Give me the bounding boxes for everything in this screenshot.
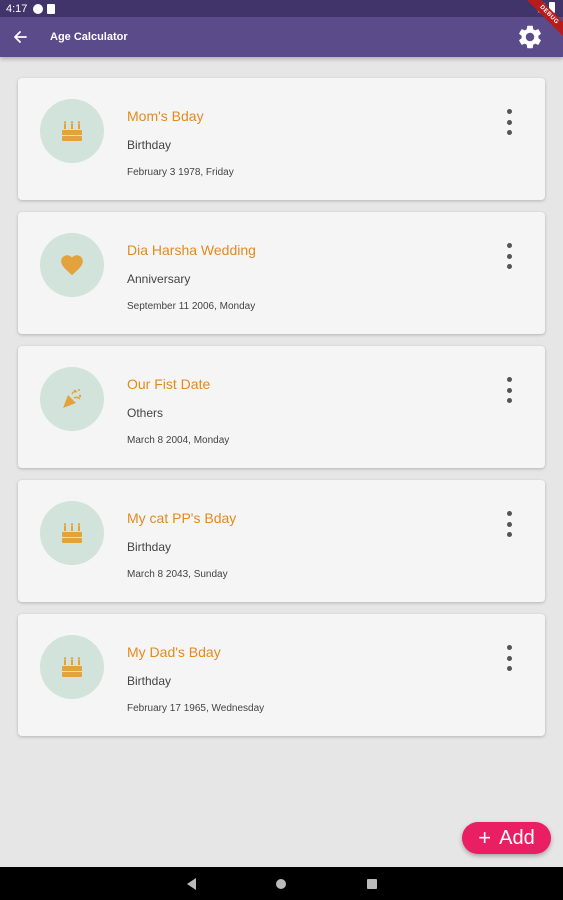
event-date: March 8 2043, Sunday bbox=[127, 569, 228, 580]
status-time: 4:17 bbox=[6, 2, 28, 15]
app-bar: Age Calculator bbox=[0, 17, 563, 57]
event-avatar bbox=[40, 367, 104, 431]
more-options-button[interactable] bbox=[505, 645, 513, 671]
arrow-left-icon bbox=[14, 31, 27, 43]
more-vert-icon bbox=[506, 645, 512, 650]
event-list: Mom's Bday Birthday February 3 1978, Fri… bbox=[18, 78, 545, 748]
event-type: Birthday bbox=[127, 138, 172, 152]
more-vert-icon bbox=[506, 511, 512, 516]
event-avatar bbox=[40, 501, 104, 565]
more-options-button[interactable] bbox=[505, 243, 513, 269]
event-card[interactable]: My cat PP's Bday Birthday March 8 2043, … bbox=[18, 480, 545, 602]
event-title: My Dad's Bday bbox=[127, 644, 221, 660]
event-avatar bbox=[40, 99, 104, 163]
nav-home-icon[interactable] bbox=[276, 879, 286, 889]
event-title: Mom's Bday bbox=[127, 108, 204, 124]
system-nav-bar bbox=[0, 867, 563, 900]
cake-icon bbox=[62, 121, 82, 141]
event-date: March 8 2004, Monday bbox=[127, 435, 230, 446]
nav-back-icon[interactable] bbox=[187, 878, 196, 890]
event-type: Birthday bbox=[127, 540, 172, 554]
back-button[interactable] bbox=[0, 17, 40, 57]
event-date: February 3 1978, Friday bbox=[127, 167, 234, 178]
event-type: Anniversary bbox=[127, 272, 191, 286]
settings-button[interactable] bbox=[515, 22, 545, 52]
event-avatar bbox=[40, 233, 104, 297]
plus-icon: + bbox=[478, 825, 492, 850]
status-bar: 4:17 bbox=[0, 0, 563, 17]
sim-icon bbox=[47, 3, 56, 14]
event-type: Birthday bbox=[127, 674, 172, 688]
more-options-button[interactable] bbox=[505, 377, 513, 403]
event-card[interactable]: Our Fist Date Others March 8 2004, Monda… bbox=[18, 346, 545, 468]
event-title: My cat PP's Bday bbox=[127, 510, 237, 526]
cake-icon bbox=[62, 657, 82, 677]
add-button[interactable]: + Add bbox=[462, 822, 551, 854]
event-date: September 11 2006, Monday bbox=[127, 301, 256, 312]
heart-icon bbox=[61, 255, 83, 276]
more-vert-icon bbox=[506, 109, 512, 114]
event-card[interactable]: My Dad's Bday Birthday February 17 1965,… bbox=[18, 614, 545, 736]
notification-icon bbox=[33, 3, 44, 14]
more-options-button[interactable] bbox=[505, 511, 513, 537]
cake-icon bbox=[62, 523, 82, 543]
party-popper-icon bbox=[63, 389, 82, 408]
event-type: Others bbox=[127, 406, 164, 420]
more-options-button[interactable] bbox=[505, 109, 513, 135]
event-card[interactable]: Dia Harsha Wedding Anniversary September… bbox=[18, 212, 545, 334]
nav-recents-icon[interactable] bbox=[367, 879, 377, 889]
event-title: Our Fist Date bbox=[127, 376, 211, 392]
event-avatar bbox=[40, 635, 104, 699]
page-title: Age Calculator bbox=[50, 31, 128, 43]
gear-icon bbox=[519, 25, 541, 49]
event-card[interactable]: Mom's Bday Birthday February 3 1978, Fri… bbox=[18, 78, 545, 200]
more-vert-icon bbox=[506, 377, 512, 382]
more-vert-icon bbox=[506, 243, 512, 248]
event-title: Dia Harsha Wedding bbox=[127, 242, 256, 258]
add-button-label: Add bbox=[499, 826, 535, 849]
event-date: February 17 1965, Wednesday bbox=[127, 703, 265, 714]
